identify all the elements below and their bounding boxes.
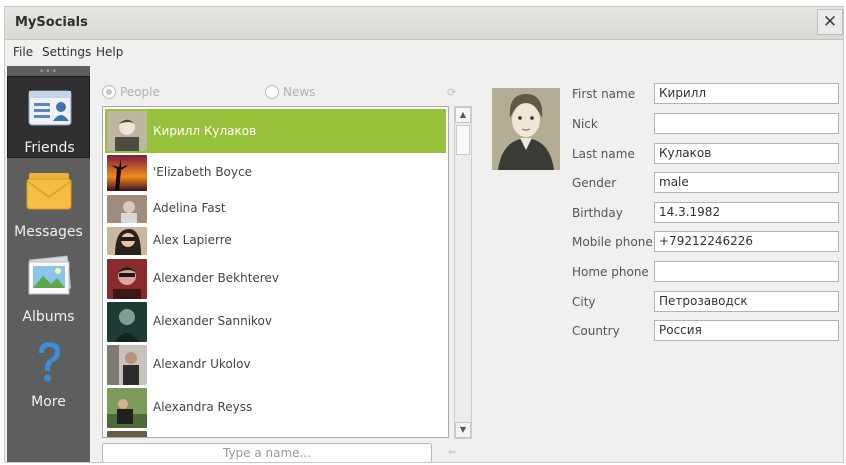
avatar <box>107 111 147 151</box>
avatar <box>107 259 147 299</box>
list-item[interactable]: 'Elizabeth Boyce <box>105 153 446 193</box>
sidebar-item-friends[interactable]: Friends <box>7 76 90 158</box>
news-radio[interactable] <box>265 84 279 99</box>
sidebar-item-messages[interactable]: Messages <box>7 161 90 243</box>
birthday-label: Birthday <box>572 206 623 220</box>
list-item[interactable]: Alex Lapierre <box>105 225 446 257</box>
close-button[interactable]: ✕ <box>817 9 843 35</box>
title-bar: MySocials ✕ <box>5 7 843 40</box>
profile-photo <box>492 88 560 170</box>
friend-name: Alexander Bekhterev <box>153 271 279 285</box>
first-name-label: First name <box>572 87 636 101</box>
friend-name: Кирилл Кулаков <box>153 124 257 138</box>
avatar <box>107 195 147 223</box>
question-icon <box>39 342 60 382</box>
list-scrollbar[interactable]: ▲ ▼ <box>454 106 472 439</box>
contacts-icon <box>28 90 72 126</box>
gender-field[interactable]: male <box>654 172 839 193</box>
friend-name: Alex Lapierre <box>153 233 232 247</box>
avatar <box>107 227 147 255</box>
city-field[interactable]: Петрозаводск <box>654 291 839 312</box>
scroll-down-button[interactable]: ▼ <box>455 422 471 438</box>
avatar <box>107 302 147 342</box>
friends-list[interactable]: Кирилл Кулаков 'Elizabeth Boyce Adelina … <box>102 106 449 438</box>
gender-label: Gender <box>572 176 617 190</box>
search-input[interactable]: Type a name... <box>102 443 432 462</box>
list-item[interactable]: Alexandra Reyss <box>105 386 446 429</box>
menu-bar: File Settings Help <box>5 40 843 64</box>
last-name-label: Last name <box>572 147 635 161</box>
list-item[interactable]: Alexander Bekhterev <box>105 257 446 300</box>
sidebar-item-label: More <box>31 394 66 410</box>
city-label: City <box>572 295 596 309</box>
filter-people[interactable]: People <box>102 84 160 102</box>
avatar <box>107 388 147 428</box>
people-radio-label: People <box>120 84 160 99</box>
window-title: MySocials <box>15 15 88 30</box>
friend-name: Alexandr Ukolov <box>153 357 251 371</box>
sidebar-item-albums[interactable]: Albums <box>7 246 90 328</box>
search-clear-icon[interactable]: ⇐ <box>448 447 456 458</box>
list-item[interactable]: Alexandr Ukolov <box>105 343 446 386</box>
mobile-phone-label: Mobile phone <box>572 235 653 249</box>
country-label: Country <box>572 324 620 338</box>
scroll-up-button[interactable]: ▲ <box>455 107 471 123</box>
first-name-field[interactable]: Кирилл <box>654 83 839 104</box>
list-item[interactable]: Alexander Sannikov <box>105 300 446 343</box>
sidebar-item-label: Albums <box>22 309 75 325</box>
menu-help[interactable]: Help <box>96 45 123 59</box>
friend-name: Alexander Sannikov <box>153 314 273 328</box>
home-phone-field[interactable] <box>654 261 839 282</box>
avatar <box>107 345 147 385</box>
scroll-thumb[interactable] <box>456 125 470 155</box>
country-field[interactable]: Россия <box>654 320 839 341</box>
list-item[interactable]: Кирилл Кулаков <box>105 109 446 153</box>
avatar <box>107 155 147 191</box>
app-window: MySocials ✕ File Settings Help ••• Frien… <box>4 6 844 463</box>
nick-field[interactable] <box>654 113 839 134</box>
birthday-field[interactable]: 14.3.1982 <box>654 202 839 223</box>
menu-file[interactable]: File <box>13 45 33 59</box>
mobile-phone-field[interactable]: +79212246226 <box>654 231 839 252</box>
people-radio[interactable] <box>102 84 116 99</box>
avatar <box>107 431 147 437</box>
friend-name: Alexandra Reyss <box>153 400 253 414</box>
news-radio-label: News <box>283 84 316 99</box>
sidebar-item-label: Messages <box>14 224 83 240</box>
list-item[interactable] <box>105 429 446 437</box>
sidebar-item-more[interactable]: More <box>7 331 90 413</box>
photos-icon <box>28 255 72 295</box>
last-name-field[interactable]: Кулаков <box>654 143 839 164</box>
nick-label: Nick <box>572 117 598 131</box>
sidebar: ••• Friends Messages Albums More <box>7 66 90 462</box>
friend-name: 'Elizabeth Boyce <box>153 165 252 179</box>
filter-news[interactable]: News <box>265 84 315 102</box>
friend-name: Adelina Fast <box>153 201 226 215</box>
refresh-icon[interactable]: ⟳ <box>447 86 456 99</box>
envelope-icon <box>26 173 72 210</box>
home-phone-label: Home phone <box>572 265 649 279</box>
sidebar-item-label: Friends <box>24 140 75 156</box>
list-item[interactable]: Adelina Fast <box>105 193 446 225</box>
menu-settings[interactable]: Settings <box>42 45 91 59</box>
